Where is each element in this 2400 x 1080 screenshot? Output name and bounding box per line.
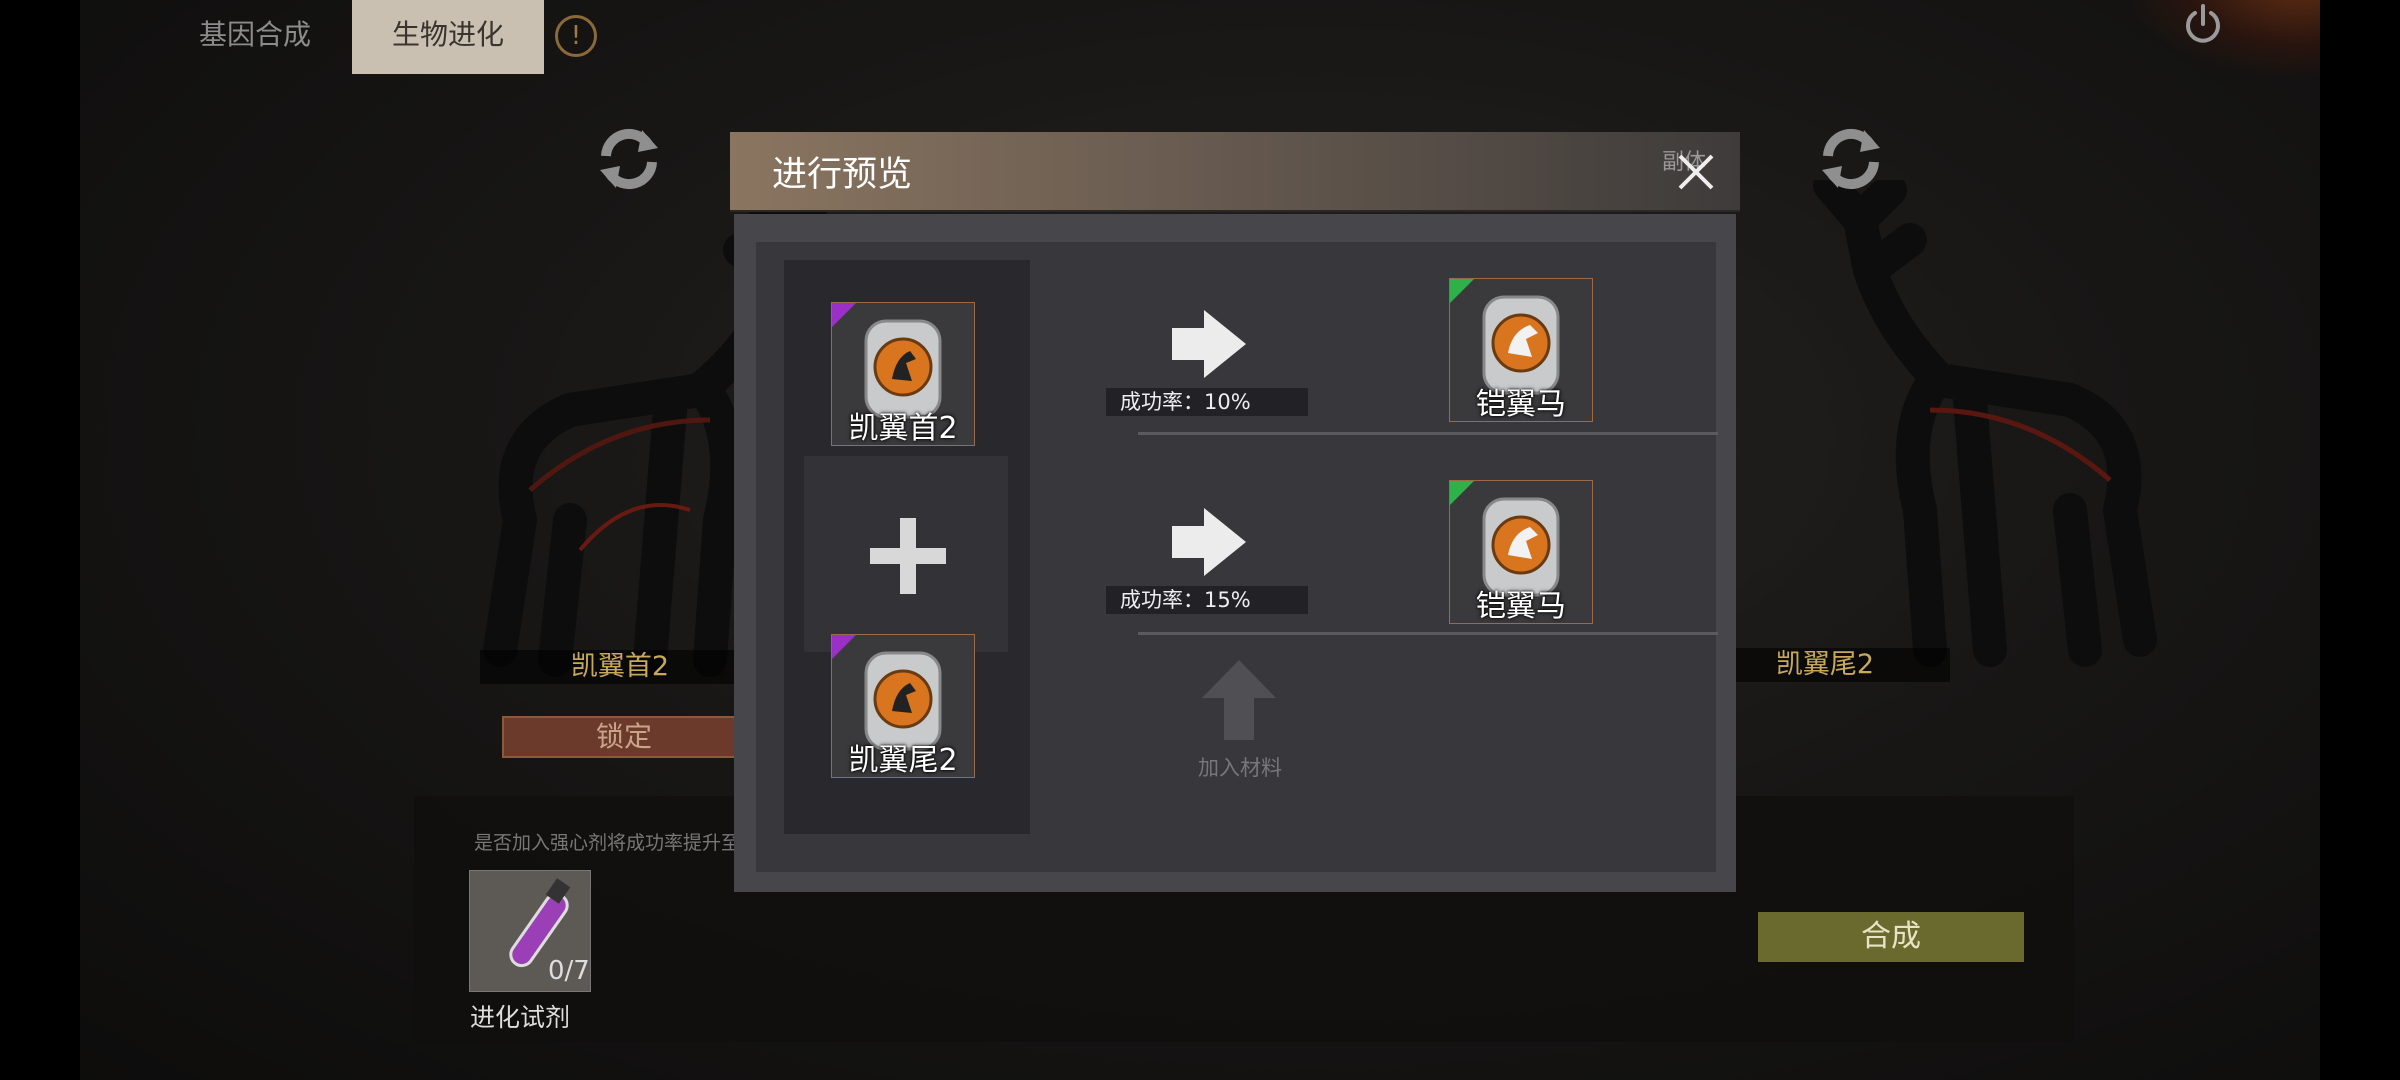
synthesize-button[interactable]: 合成 [1758, 912, 2024, 962]
input-card[interactable]: 凯翼尾2 [831, 634, 975, 778]
input-card-label: 凯翼首2 [848, 411, 958, 446]
input-card[interactable]: 凯翼首2 [831, 302, 975, 446]
potion-label: 进化试剂 [470, 1003, 571, 1032]
result-card[interactable]: 铠翼马 [1449, 278, 1593, 422]
tab-bio-evolution[interactable]: 生物进化 [352, 0, 544, 74]
rarity-marker [1450, 279, 1474, 303]
refresh-icon[interactable] [592, 122, 666, 196]
tab-gene-synthesis[interactable]: 基因合成 [170, 0, 340, 74]
result-card[interactable]: 铠翼马 [1449, 480, 1593, 624]
result-card-label: 铠翼马 [1476, 387, 1566, 422]
booster-hint: 是否加入强心剂将成功率提升至 [474, 832, 741, 854]
success-rate: 成功率：10% [1106, 388, 1308, 416]
close-icon[interactable] [1674, 150, 1718, 194]
modal-title: 进行预览 [772, 155, 913, 195]
rarity-marker [1450, 481, 1474, 505]
arrow-right-icon [1172, 310, 1246, 378]
modal-header: 进行预览 副体 [730, 132, 1740, 212]
warning-icon[interactable]: ! [555, 15, 597, 57]
add-material-label[interactable]: 加入材料 [1198, 752, 1282, 782]
rarity-marker [832, 635, 856, 659]
power-icon[interactable] [2182, 4, 2224, 46]
plus-icon [870, 518, 946, 594]
potion-count: 0/7 [548, 956, 590, 986]
row-divider [1138, 432, 1718, 435]
result-card-label: 铠翼马 [1476, 589, 1566, 624]
success-rate: 成功率：15% [1106, 586, 1308, 614]
arrow-right-icon [1172, 508, 1246, 576]
left-creature-name: 凯翼首2 [480, 650, 760, 684]
refresh-icon[interactable] [1814, 122, 1888, 196]
arrow-up-icon[interactable] [1202, 660, 1276, 740]
lock-button[interactable]: 锁定 [502, 716, 746, 758]
rarity-marker [832, 303, 856, 327]
row-divider [1138, 632, 1718, 635]
input-card-label: 凯翼尾2 [848, 743, 958, 778]
